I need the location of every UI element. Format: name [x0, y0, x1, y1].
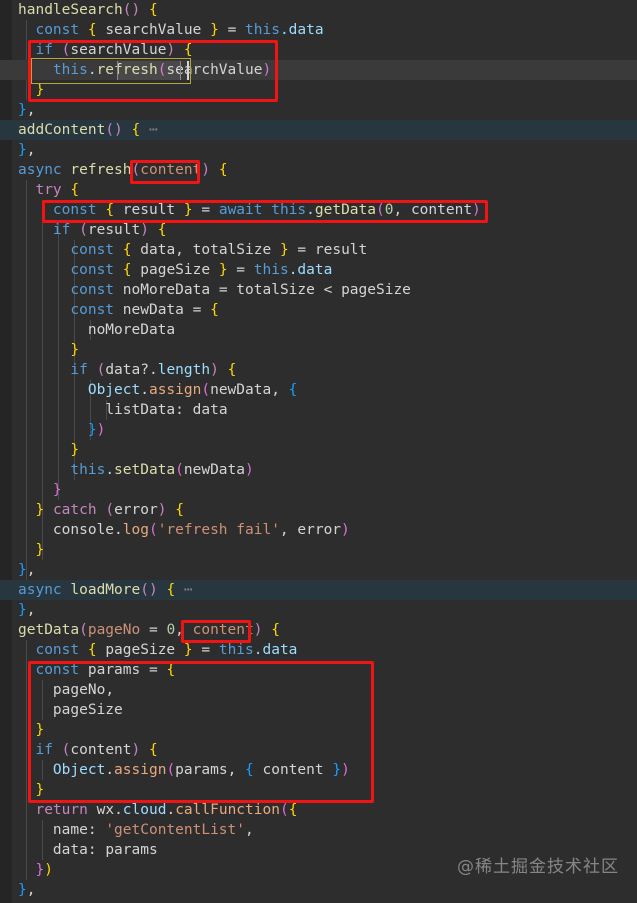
code-line[interactable]: pageSize — [0, 700, 637, 720]
code-line[interactable]: } — [0, 780, 637, 800]
code-line[interactable]: if (searchValue) { — [0, 40, 637, 60]
code-line[interactable]: const { searchValue } = this.data — [0, 20, 637, 40]
code-line[interactable]: } — [0, 440, 637, 460]
code-line[interactable]: listData: data — [0, 400, 637, 420]
code-line[interactable]: getData(pageNo = 0, content) { — [0, 620, 637, 640]
code-line[interactable]: }, — [0, 100, 637, 120]
code-line[interactable]: if (data?.length) { — [0, 360, 637, 380]
code-line[interactable]: } catch (error) { — [0, 500, 637, 520]
code-line[interactable]: console.log('refresh fail', error) — [0, 520, 637, 540]
watermark: @稀土掘金技术社区 — [457, 857, 619, 877]
code-line[interactable]: name: 'getContentList', — [0, 820, 637, 840]
code-editor[interactable]: handleSearch() { const { searchValue } =… — [0, 0, 637, 903]
code-line[interactable]: addContent() { ⋯ — [0, 120, 637, 140]
code-line[interactable]: const { data, totalSize } = result — [0, 240, 637, 260]
code-line-current[interactable]: this.refresh(searchValue) — [0, 60, 637, 80]
code-line[interactable]: }, — [0, 140, 637, 160]
code-line[interactable]: const newData = { — [0, 300, 637, 320]
code-line[interactable]: const { result } = await this.getData(0,… — [0, 200, 637, 220]
code-line[interactable]: if (content) { — [0, 740, 637, 760]
code-line[interactable]: Object.assign(params, { content }) — [0, 760, 637, 780]
code-line[interactable]: pageNo, — [0, 680, 637, 700]
code-line[interactable]: }, — [0, 880, 637, 900]
code-line[interactable]: }) — [0, 420, 637, 440]
code-line[interactable]: return wx.cloud.callFunction({ — [0, 800, 637, 820]
code-surface[interactable]: handleSearch() { const { searchValue } =… — [0, 0, 637, 903]
code-line[interactable]: } — [0, 480, 637, 500]
code-line[interactable]: try { — [0, 180, 637, 200]
code-line[interactable]: } — [0, 720, 637, 740]
code-line[interactable]: } — [0, 340, 637, 360]
code-line[interactable]: } — [0, 540, 637, 560]
code-line[interactable]: async refresh(content) { — [0, 160, 637, 180]
code-line[interactable]: this.setData(newData) — [0, 460, 637, 480]
code-line[interactable]: async loadMore() { ⋯ — [0, 580, 637, 600]
code-line[interactable]: Object.assign(newData, { — [0, 380, 637, 400]
code-line[interactable]: handleSearch() { — [0, 0, 637, 20]
code-line[interactable]: const { pageSize } = this.data — [0, 640, 637, 660]
code-line[interactable]: const { pageSize } = this.data — [0, 260, 637, 280]
code-line[interactable]: if (result) { — [0, 220, 637, 240]
code-line[interactable]: }, — [0, 600, 637, 620]
code-line[interactable]: }, — [0, 560, 637, 580]
code-line[interactable]: noMoreData — [0, 320, 637, 340]
code-line[interactable]: const noMoreData = totalSize < pageSize — [0, 280, 637, 300]
code-line[interactable]: } — [0, 80, 637, 100]
text-caret — [187, 61, 189, 80]
code-line[interactable]: const params = { — [0, 660, 637, 680]
